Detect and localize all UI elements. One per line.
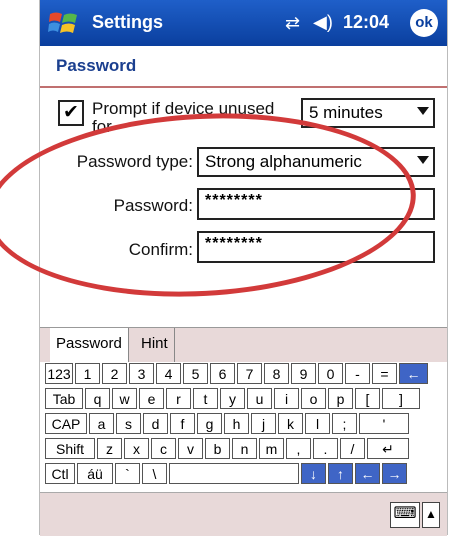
key[interactable]: o [301, 388, 326, 409]
key[interactable]: b [205, 438, 230, 459]
key[interactable]: ↵ [367, 438, 409, 459]
speaker-icon[interactable]: ◀) [313, 12, 333, 33]
chevron-down-icon [417, 107, 429, 115]
key[interactable]: Shift [45, 438, 95, 459]
chevron-down-icon [417, 156, 429, 164]
key[interactable]: \ [142, 463, 167, 484]
duration-dropdown[interactable]: 5 minutes [301, 98, 435, 128]
key[interactable]: CAP [45, 413, 87, 434]
key[interactable]: f [170, 413, 195, 434]
windows-flag-icon[interactable] [48, 8, 80, 38]
confirm-field[interactable]: ******** [197, 231, 435, 263]
tab-password[interactable]: Password [50, 328, 129, 362]
key[interactable]: = [372, 363, 397, 384]
key[interactable]: g [197, 413, 222, 434]
key[interactable]: l [305, 413, 330, 434]
key[interactable]: 2 [102, 363, 127, 384]
key[interactable]: ' [359, 413, 409, 434]
device-screen: Settings ⇄ ◀) 12:04 ok Password ✔ Prompt… [39, 0, 448, 536]
key[interactable]: ↑ [328, 463, 353, 484]
key[interactable]: v [178, 438, 203, 459]
key[interactable]: → [382, 463, 407, 484]
keyboard-icon[interactable]: ⌨ [390, 502, 420, 528]
key[interactable]: 123 [45, 363, 73, 384]
key[interactable]: c [151, 438, 176, 459]
prompt-label: Prompt if device unused for [92, 100, 275, 134]
page-title: Password [56, 56, 137, 75]
prompt-row: ✔ Prompt if device unused for 5 minutes [40, 96, 447, 136]
key[interactable]: t [193, 388, 218, 409]
key[interactable]: 6 [210, 363, 235, 384]
key[interactable]: p [328, 388, 353, 409]
bottom-bar: ⌨ ▲ [40, 492, 447, 536]
key[interactable]: x [124, 438, 149, 459]
key[interactable]: s [116, 413, 141, 434]
key[interactable]: r [166, 388, 191, 409]
key[interactable]: ↓ [301, 463, 326, 484]
password-type-dropdown[interactable]: Strong alphanumeric [197, 147, 435, 177]
key-space[interactable] [169, 463, 299, 484]
key[interactable]: w [112, 388, 137, 409]
key[interactable]: h [224, 413, 249, 434]
key[interactable]: ← [355, 463, 380, 484]
key[interactable]: Tab [45, 388, 83, 409]
clock[interactable]: 12:04 [343, 12, 389, 33]
key[interactable]: j [251, 413, 276, 434]
confirm-value: ******** [205, 235, 263, 252]
key[interactable]: m [259, 438, 284, 459]
chevron-up-icon[interactable]: ▲ [422, 502, 440, 528]
key[interactable]: d [143, 413, 168, 434]
tab-hint[interactable]: Hint [135, 328, 175, 362]
key[interactable]: q [85, 388, 110, 409]
key[interactable]: ; [332, 413, 357, 434]
key[interactable]: 0 [318, 363, 343, 384]
key[interactable]: a [89, 413, 114, 434]
key[interactable]: y [220, 388, 245, 409]
key[interactable]: n [232, 438, 257, 459]
connectivity-icon[interactable]: ⇄ [285, 13, 300, 34]
key[interactable]: Ctl [45, 463, 75, 484]
key[interactable]: 3 [129, 363, 154, 384]
duration-value: 5 minutes [309, 103, 383, 122]
key[interactable]: ← [399, 363, 428, 384]
key[interactable]: - [345, 363, 370, 384]
key[interactable]: i [274, 388, 299, 409]
confirm-label: Confirm: [128, 240, 193, 259]
app-title: Settings [92, 12, 164, 32]
key[interactable]: 1 [75, 363, 100, 384]
key[interactable]: k [278, 413, 303, 434]
key[interactable]: 4 [156, 363, 181, 384]
password-label: Password: [113, 196, 193, 215]
key[interactable]: 9 [291, 363, 316, 384]
prompt-checkbox[interactable]: ✔ [58, 100, 84, 126]
key[interactable]: ` [115, 463, 140, 484]
key[interactable]: áü [77, 463, 113, 484]
key[interactable]: 8 [264, 363, 289, 384]
key[interactable]: . [313, 438, 338, 459]
password-field[interactable]: ******** [197, 188, 435, 220]
key[interactable]: ] [382, 388, 420, 409]
tab-strip: Password Hint [40, 327, 447, 362]
key[interactable]: 5 [183, 363, 208, 384]
password-value: ******** [205, 192, 263, 209]
key[interactable]: e [139, 388, 164, 409]
key[interactable]: u [247, 388, 272, 409]
password-type-label: Password type: [76, 152, 193, 171]
ok-button[interactable]: ok [410, 9, 438, 37]
key[interactable]: , [286, 438, 311, 459]
key[interactable]: 7 [237, 363, 262, 384]
key[interactable]: [ [355, 388, 380, 409]
title-bar: Settings ⇄ ◀) 12:04 ok [40, 0, 447, 46]
password-type-value: Strong alphanumeric [205, 152, 362, 171]
page-header: Password [40, 46, 447, 88]
key[interactable]: z [97, 438, 122, 459]
key[interactable]: / [340, 438, 365, 459]
